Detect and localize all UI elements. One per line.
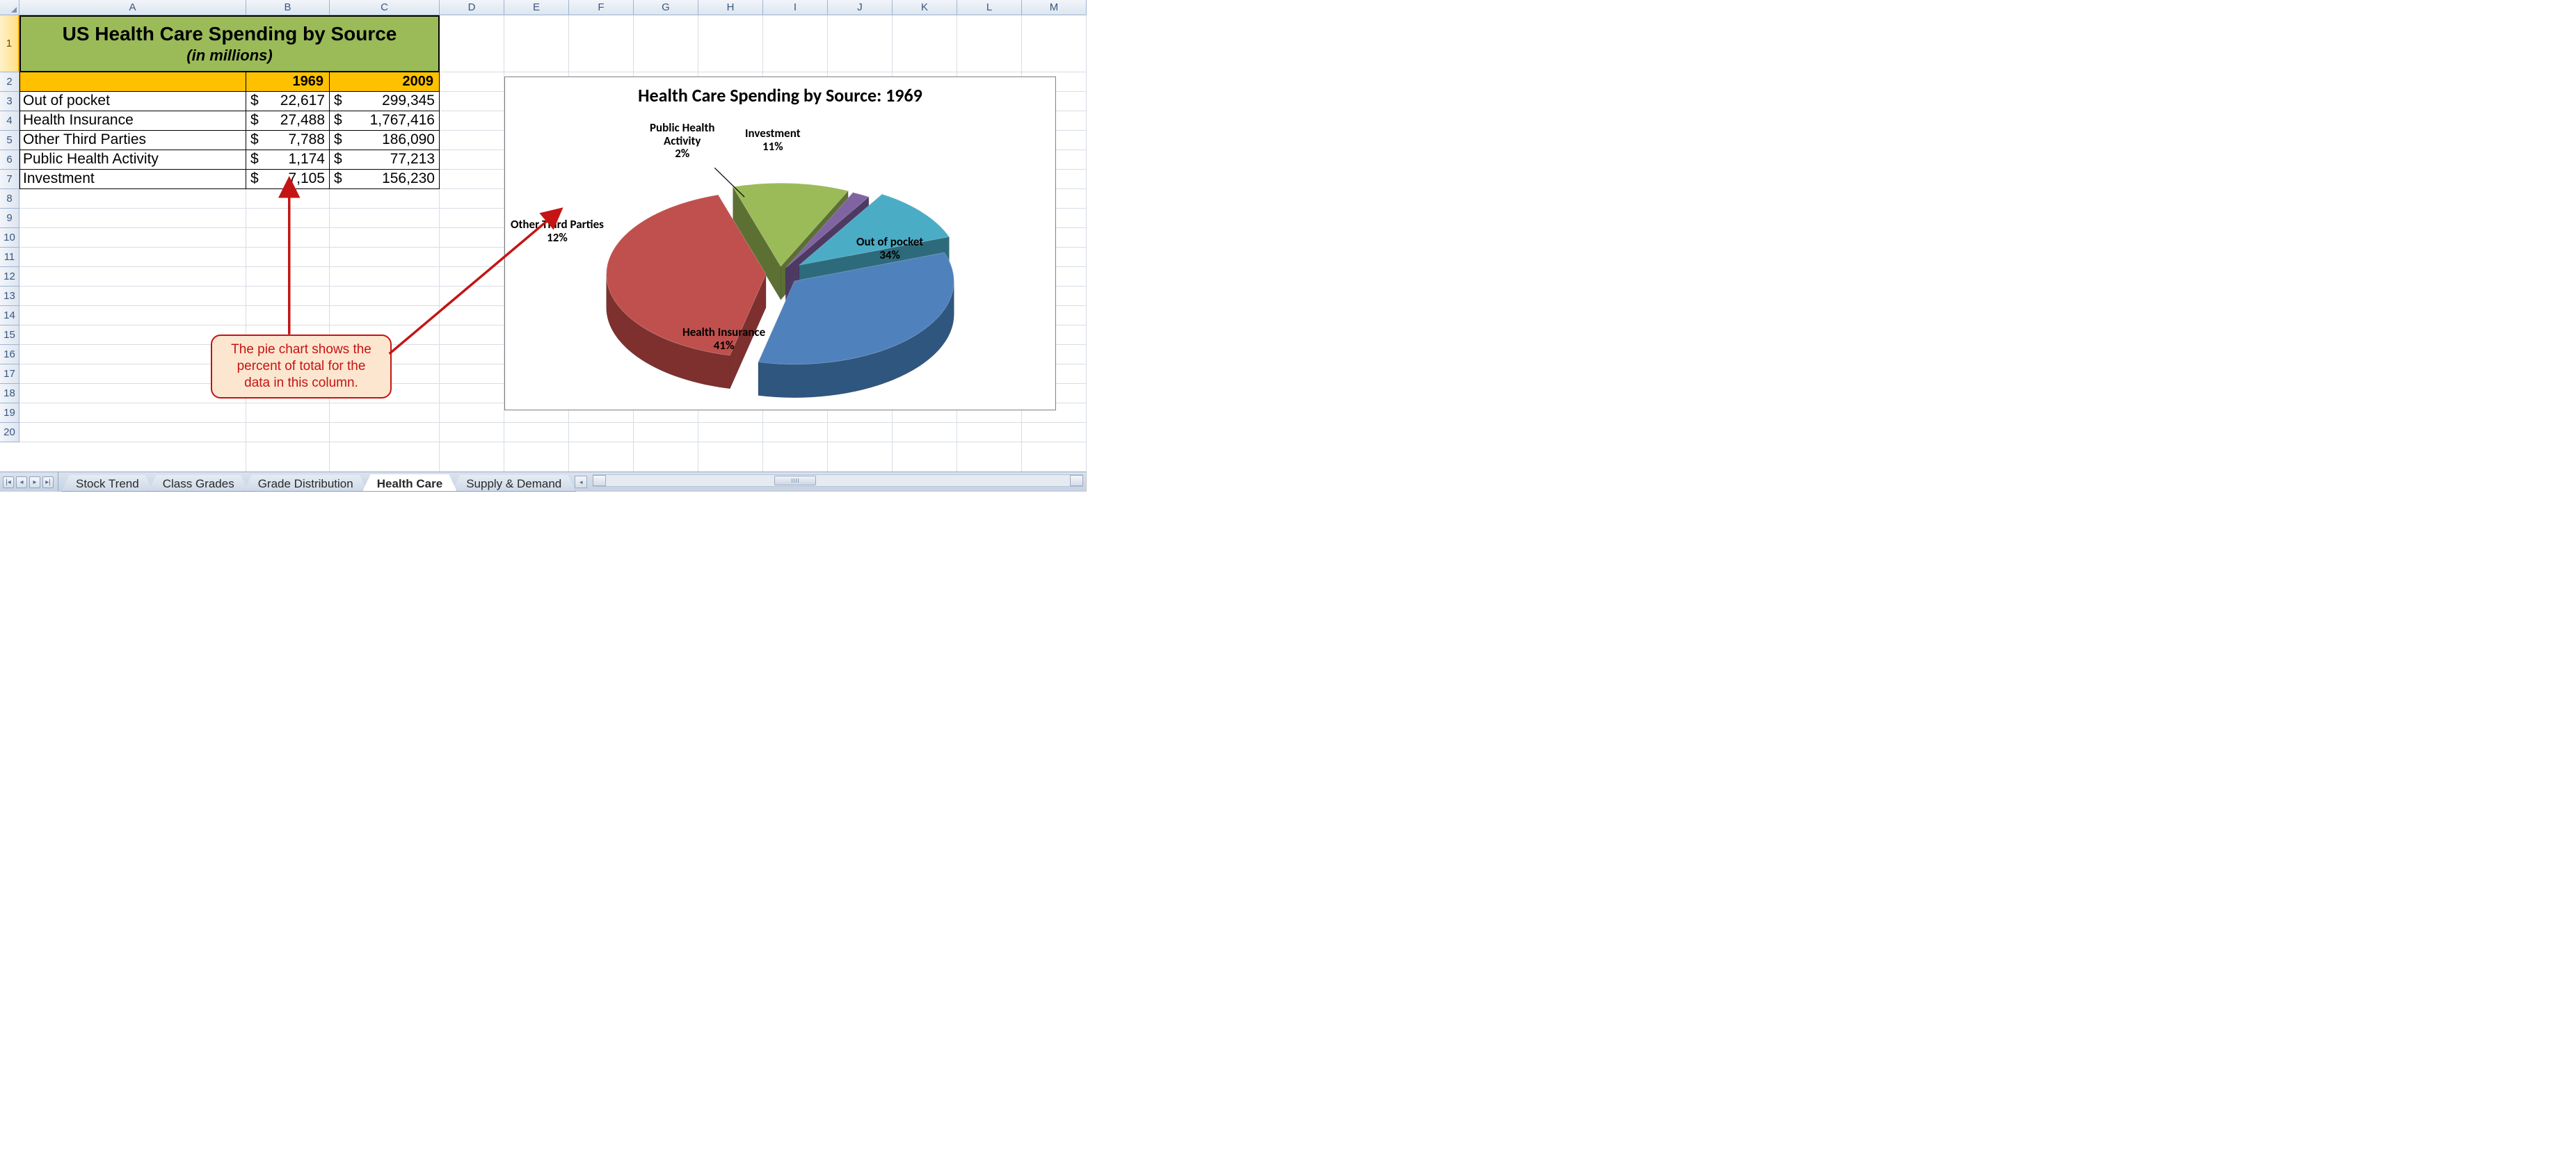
- row-header-9[interactable]: 9: [0, 209, 19, 228]
- worksheet-grid[interactable]: US Health Care Spending by Source (in mi…: [19, 15, 1086, 472]
- pie-chart-svg: [505, 111, 1055, 403]
- cell-B7[interactable]: $7,105: [246, 170, 330, 189]
- cell-A4[interactable]: Health Insurance: [19, 111, 246, 131]
- data-table: US Health Care Spending by Source (in mi…: [19, 15, 440, 189]
- cell-C6[interactable]: $77,213: [330, 150, 440, 170]
- cell-A6[interactable]: Public Health Activity: [19, 150, 246, 170]
- col-header-E[interactable]: E: [504, 0, 569, 15]
- horizontal-scrollbar[interactable]: [593, 474, 1083, 487]
- col-header-M[interactable]: M: [1022, 0, 1087, 15]
- cell-A3[interactable]: Out of pocket: [19, 92, 246, 111]
- cell-C7[interactable]: $156,230: [330, 170, 440, 189]
- cell-C3[interactable]: $299,345: [330, 92, 440, 111]
- table-subtitle: (in millions): [186, 47, 272, 65]
- pie-label-hi: Health Insurance41%: [682, 326, 765, 352]
- cell-B4[interactable]: $27,488: [246, 111, 330, 131]
- cell-B5[interactable]: $7,788: [246, 131, 330, 150]
- row-header-10[interactable]: 10: [0, 228, 19, 248]
- annotation-callout: The pie chart shows the percent of total…: [211, 335, 392, 399]
- row-header-14[interactable]: 14: [0, 306, 19, 325]
- chart-title: Health Care Spending by Source: 1969: [505, 84, 1055, 106]
- col-header-J[interactable]: J: [828, 0, 893, 15]
- row-header-19[interactable]: 19: [0, 403, 19, 423]
- row-header-11[interactable]: 11: [0, 248, 19, 267]
- table-row: Public Health Activity$1,174$77,213: [19, 150, 440, 170]
- table-row: Investment$7,105$156,230: [19, 170, 440, 189]
- sheet-tab-class-grades[interactable]: Class Grades: [148, 475, 249, 492]
- row-header-12[interactable]: 12: [0, 267, 19, 287]
- sheet-tab-bar: |◂ ◂ ▸ ▸| Stock TrendClass GradesGrade D…: [0, 472, 1086, 492]
- sheet-tab-stock-trend[interactable]: Stock Trend: [61, 475, 154, 492]
- col-header-C[interactable]: C: [330, 0, 440, 15]
- cell-A2[interactable]: [19, 72, 246, 92]
- tab-nav-next[interactable]: ▸: [29, 476, 40, 488]
- tab-nav-last[interactable]: ▸|: [42, 476, 54, 488]
- row-header-2[interactable]: 2: [0, 72, 19, 92]
- row-header-4[interactable]: 4: [0, 111, 19, 131]
- pie-label-out: Out of pocket34%: [856, 236, 923, 261]
- cell-C2[interactable]: 2009: [330, 72, 440, 92]
- tab-nav-prev[interactable]: ◂: [16, 476, 27, 488]
- cell-A7[interactable]: Investment: [19, 170, 246, 189]
- header-row: 1969 2009: [19, 72, 440, 92]
- row-header-3[interactable]: 3: [0, 92, 19, 111]
- spreadsheet-app: A B C D E F G H I J K L M 12345678910111…: [0, 0, 1087, 492]
- row-header-16[interactable]: 16: [0, 345, 19, 364]
- col-header-G[interactable]: G: [634, 0, 698, 15]
- row-header-20[interactable]: 20: [0, 423, 19, 442]
- table-title: US Health Care Spending by Source: [63, 23, 397, 45]
- col-header-K[interactable]: K: [893, 0, 957, 15]
- table-row: Out of pocket$22,617$299,345: [19, 92, 440, 111]
- col-header-H[interactable]: H: [698, 0, 763, 15]
- select-all-corner[interactable]: [0, 0, 19, 15]
- cell-C5[interactable]: $186,090: [330, 131, 440, 150]
- row-header-1[interactable]: 1: [0, 15, 19, 72]
- col-header-L[interactable]: L: [957, 0, 1022, 15]
- tab-nav-first[interactable]: |◂: [3, 476, 14, 488]
- pie-label-pha: Public Health Activity 2%: [650, 122, 714, 161]
- hscroll-left-button[interactable]: ◂: [575, 476, 587, 488]
- col-header-A[interactable]: A: [19, 0, 246, 15]
- sheet-tab-health-care[interactable]: Health Care: [362, 474, 457, 492]
- column-header-row: A B C D E F G H I J K L M: [0, 0, 1086, 15]
- cell-B6[interactable]: $1,174: [246, 150, 330, 170]
- row-header-5[interactable]: 5: [0, 131, 19, 150]
- col-header-F[interactable]: F: [569, 0, 634, 15]
- row-header-13[interactable]: 13: [0, 287, 19, 306]
- cell-B3[interactable]: $22,617: [246, 92, 330, 111]
- col-header-D[interactable]: D: [440, 0, 504, 15]
- tab-nav-buttons: |◂ ◂ ▸ ▸|: [0, 472, 58, 492]
- pie-label-inv: Investment11%: [745, 127, 801, 153]
- hscroll-thumb[interactable]: [774, 476, 816, 485]
- cell-C4[interactable]: $1,767,416: [330, 111, 440, 131]
- sheet-tab-grade-distribution[interactable]: Grade Distribution: [243, 475, 368, 492]
- cell-B2[interactable]: 1969: [246, 72, 330, 92]
- row-header-15[interactable]: 15: [0, 325, 19, 345]
- title-merged-cell[interactable]: US Health Care Spending by Source (in mi…: [19, 15, 440, 72]
- sheet-tabs: Stock TrendClass GradesGrade Distributio…: [58, 472, 570, 492]
- embedded-chart[interactable]: Health Care Spending by Source: 1969 Out…: [504, 77, 1056, 410]
- table-row: Health Insurance$27,488$1,767,416: [19, 111, 440, 131]
- row-header-17[interactable]: 17: [0, 364, 19, 384]
- row-header-column: 1234567891011121314151617181920: [0, 15, 19, 442]
- row-header-8[interactable]: 8: [0, 189, 19, 209]
- row-header-7[interactable]: 7: [0, 170, 19, 189]
- sheet-tab-supply-demand[interactable]: Supply & Demand: [451, 475, 576, 492]
- cell-A5[interactable]: Other Third Parties: [19, 131, 246, 150]
- row-header-6[interactable]: 6: [0, 150, 19, 170]
- row-header-18[interactable]: 18: [0, 384, 19, 403]
- col-header-I[interactable]: I: [763, 0, 828, 15]
- table-row: Other Third Parties$7,788$186,090: [19, 131, 440, 150]
- pie-label-otp: Other Third Parties12%: [511, 218, 604, 244]
- col-header-B[interactable]: B: [246, 0, 330, 15]
